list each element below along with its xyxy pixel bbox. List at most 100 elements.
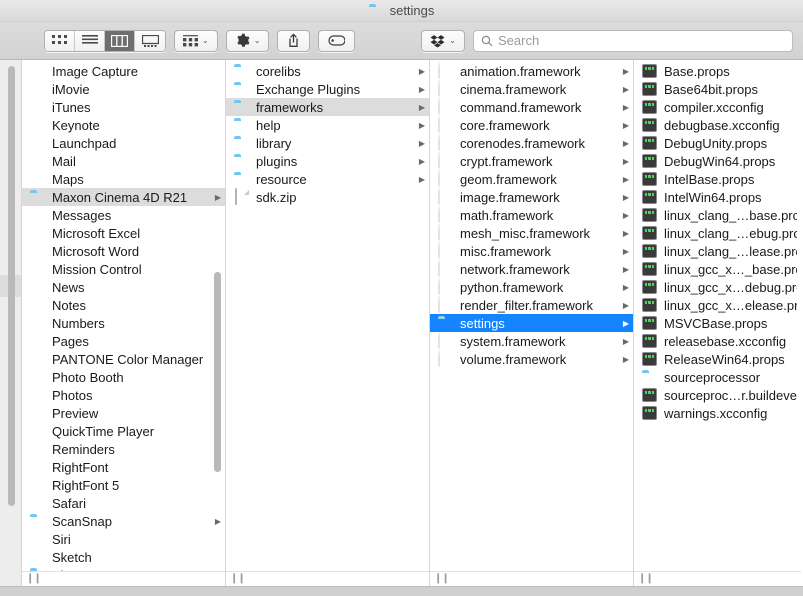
- file-row[interactable]: RightFont 5: [22, 476, 225, 494]
- props-file-icon: [642, 333, 658, 349]
- file-row[interactable]: image.framework ▶: [430, 188, 633, 206]
- column-resize-handle[interactable]: ❙❙: [226, 571, 429, 586]
- file-row[interactable]: Base64bit.props: [634, 80, 801, 98]
- file-row[interactable]: misc.framework ▶: [430, 242, 633, 260]
- file-row[interactable]: python.framework ▶: [430, 278, 633, 296]
- file-row[interactable]: sourceprocessor: [634, 368, 801, 386]
- list-view-button[interactable]: [75, 30, 105, 51]
- file-row[interactable]: Image Capture: [22, 62, 225, 80]
- disclosure-arrow-icon: ▶: [418, 138, 425, 148]
- file-row[interactable]: linux_clang_…lease.props: [634, 242, 801, 260]
- file-row[interactable]: IntelBase.props: [634, 170, 801, 188]
- file-row[interactable]: render_filter.framework ▶: [430, 296, 633, 314]
- file-row[interactable]: Launchpad: [22, 134, 225, 152]
- file-row[interactable]: Pages: [22, 332, 225, 350]
- props-file-icon: [642, 387, 658, 403]
- file-row[interactable]: sdk.zip: [226, 188, 429, 206]
- file-row[interactable]: QuickTime Player: [22, 422, 225, 440]
- file-row[interactable]: Notes: [22, 296, 225, 314]
- group-by-button[interactable]: ⌄: [174, 29, 218, 52]
- applications-column[interactable]: Image Capture iMovie iTunes Keynote Launchpa…: [22, 60, 226, 586]
- file-row[interactable]: PANTONE Color Manager: [22, 350, 225, 368]
- action-menu-button[interactable]: ⌄: [225, 29, 270, 52]
- file-row[interactable]: linux_gcc_x…debug.props: [634, 278, 801, 296]
- file-row[interactable]: Maxon Cinema 4D R21 ▶: [22, 188, 225, 206]
- file-row[interactable]: animation.framework ▶: [430, 62, 633, 80]
- file-row[interactable]: ScanSnap ▶: [22, 512, 225, 530]
- file-row[interactable]: sourceproc…r.buildevent: [634, 386, 801, 404]
- file-row[interactable]: linux_gcc_x…_base.props: [634, 260, 801, 278]
- file-row[interactable]: Base.props: [634, 62, 801, 80]
- partial-previous-column[interactable]: [0, 60, 22, 586]
- file-row[interactable]: Messages: [22, 206, 225, 224]
- file-row[interactable]: Mail: [22, 152, 225, 170]
- file-row[interactable]: Maps: [22, 170, 225, 188]
- cinema4d-column[interactable]: corelibs ▶ Exchange Plugins ▶ frameworks ▶ hel…: [226, 60, 430, 586]
- icon-view-button[interactable]: [45, 30, 75, 51]
- file-row[interactable]: system.framework ▶: [430, 332, 633, 350]
- file-row[interactable]: Keynote: [22, 116, 225, 134]
- file-row[interactable]: linux_clang_…base.props: [634, 206, 801, 224]
- gallery-view-button[interactable]: [135, 30, 165, 51]
- file-row[interactable]: releasebase.xcconfig: [634, 332, 801, 350]
- file-row[interactable]: MSVCBase.props: [634, 314, 801, 332]
- file-row[interactable]: warnings.xcconfig: [634, 404, 801, 422]
- file-row[interactable]: frameworks ▶: [226, 98, 429, 116]
- file-row[interactable]: settings ▶: [430, 314, 633, 332]
- file-row[interactable]: News: [22, 278, 225, 296]
- file-row[interactable]: network.framework ▶: [430, 260, 633, 278]
- file-row[interactable]: cinema.framework ▶: [430, 80, 633, 98]
- file-row[interactable]: crypt.framework ▶: [430, 152, 633, 170]
- applications-column-scrollbar[interactable]: [210, 60, 225, 571]
- file-row[interactable]: math.framework ▶: [430, 206, 633, 224]
- file-row[interactable]: Reminders: [22, 440, 225, 458]
- file-row[interactable]: volume.framework ▶: [430, 350, 633, 368]
- file-row[interactable]: Sketch: [22, 548, 225, 566]
- file-row[interactable]: library ▶: [226, 134, 429, 152]
- file-row[interactable]: help ▶: [226, 116, 429, 134]
- file-row[interactable]: linux_clang_…ebug.props: [634, 224, 801, 242]
- dropbox-button[interactable]: ⌄: [421, 29, 465, 52]
- file-row[interactable]: resource ▶: [226, 170, 429, 188]
- file-row[interactable]: Numbers: [22, 314, 225, 332]
- file-row[interactable]: plugins ▶: [226, 152, 429, 170]
- file-row[interactable]: ReleaseWin64.props: [634, 350, 801, 368]
- file-row[interactable]: core.framework ▶: [430, 116, 633, 134]
- file-row[interactable]: corelibs ▶: [226, 62, 429, 80]
- column-resize-handle[interactable]: ❙❙: [430, 571, 633, 586]
- file-row-label: linux_gcc_x…debug.props: [664, 279, 797, 295]
- file-row[interactable]: Preview: [22, 404, 225, 422]
- file-row[interactable]: Siri: [22, 530, 225, 548]
- file-row[interactable]: Safari: [22, 494, 225, 512]
- file-row[interactable]: DebugUnity.props: [634, 134, 801, 152]
- file-row[interactable]: iMovie: [22, 80, 225, 98]
- file-row[interactable]: RightFont: [22, 458, 225, 476]
- file-row[interactable]: IntelWin64.props: [634, 188, 801, 206]
- column-resize-handle[interactable]: ❙❙: [634, 571, 801, 586]
- share-button[interactable]: [277, 29, 311, 52]
- file-row[interactable]: Mission Control: [22, 260, 225, 278]
- toolbar-right-group: ⌄ Search: [421, 29, 793, 52]
- file-row[interactable]: iTunes: [22, 98, 225, 116]
- file-row[interactable]: debugbase.xcconfig: [634, 116, 801, 134]
- frameworks-column[interactable]: animation.framework ▶ cinema.framework ▶ com…: [430, 60, 634, 586]
- file-row[interactable]: compiler.xcconfig: [634, 98, 801, 116]
- column-resize-handle[interactable]: ❙❙: [22, 571, 225, 586]
- file-row[interactable]: command.framework ▶: [430, 98, 633, 116]
- view-mode-segmented-control[interactable]: [44, 29, 166, 52]
- file-row[interactable]: Microsoft Word: [22, 242, 225, 260]
- file-row[interactable]: Exchange Plugins ▶: [226, 80, 429, 98]
- column-view-button[interactable]: [105, 30, 135, 51]
- file-row[interactable]: DebugWin64.props: [634, 152, 801, 170]
- settings-column[interactable]: Base.props Base64bit.props compiler.xcconf…: [634, 60, 801, 586]
- search-input[interactable]: Search: [473, 29, 793, 52]
- file-row[interactable]: Photo Booth: [22, 368, 225, 386]
- file-row[interactable]: geom.framework ▶: [430, 170, 633, 188]
- file-row[interactable]: corenodes.framework ▶: [430, 134, 633, 152]
- file-row[interactable]: Photos: [22, 386, 225, 404]
- tag-button[interactable]: [318, 29, 356, 52]
- file-row[interactable]: linux_gcc_x…elease.props: [634, 296, 801, 314]
- file-row[interactable]: mesh_misc.framework ▶: [430, 224, 633, 242]
- file-row[interactable]: Microsoft Excel: [22, 224, 225, 242]
- partial-column-scrollbar[interactable]: [4, 60, 19, 586]
